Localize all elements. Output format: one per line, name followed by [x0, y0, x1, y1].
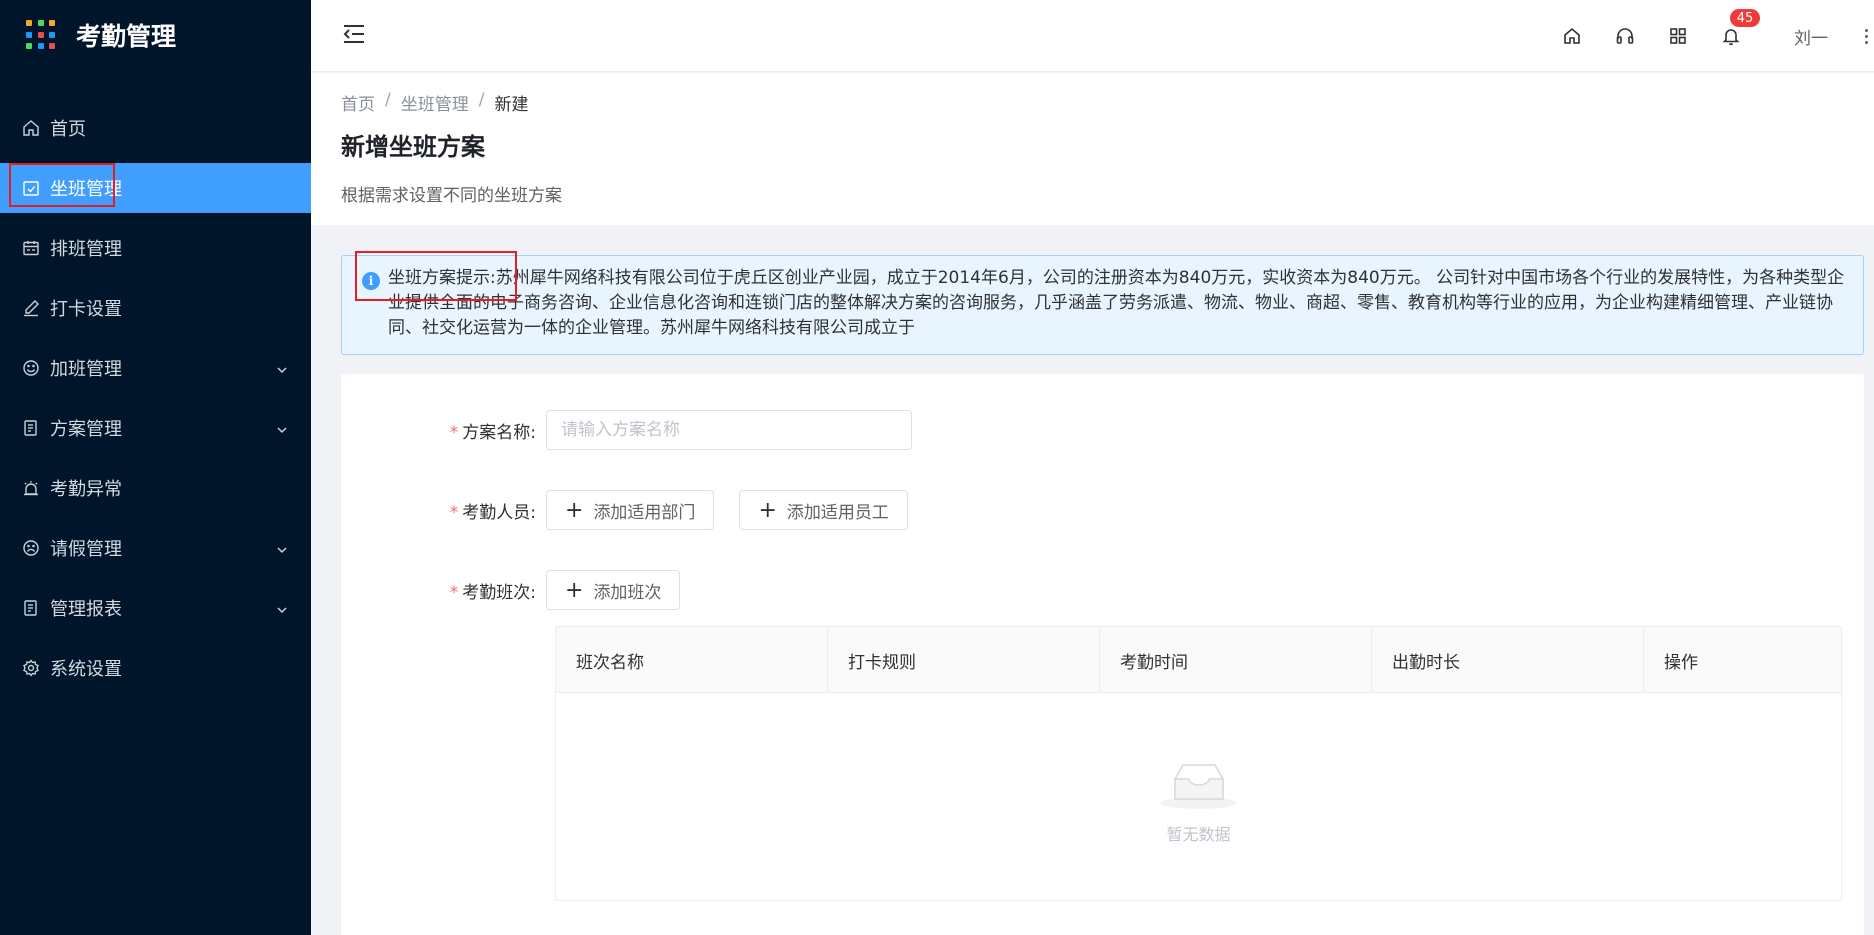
page-header: 首页 / 坐班管理 / 新建 新增坐班方案 根据需求设置不同的坐班方案 — [311, 73, 1874, 225]
sidebar-item-label: 方案管理 — [50, 419, 122, 440]
table-empty-state: 暂无数据 — [556, 693, 1841, 900]
plan-name-input[interactable] — [546, 410, 912, 450]
more-vertical-icon[interactable] — [1858, 23, 1874, 49]
schedule-icon — [22, 239, 40, 257]
frown-icon — [22, 539, 40, 557]
plus-icon: + — [758, 497, 777, 523]
table-header: 班次名称 打卡规则 考勤时间 出勤时长 操作 — [556, 627, 1841, 693]
shift-label: * 考勤班次: — [449, 582, 536, 603]
bell-icon[interactable]: 45 — [1718, 7, 1762, 49]
empty-text: 暂无数据 — [1166, 824, 1231, 844]
headset-icon[interactable] — [1612, 23, 1638, 49]
sidebar-item-label: 考勤异常 — [50, 479, 122, 500]
report-icon — [22, 599, 40, 617]
logo: 考勤管理 — [0, 0, 311, 70]
sidebar-item-2[interactable]: 排班管理 — [0, 223, 311, 273]
sidebar-item-label: 排班管理 — [50, 239, 122, 260]
plus-icon: + — [565, 577, 584, 603]
add-employee-button[interactable]: + 添加适用员工 — [739, 490, 908, 530]
alert-body: 苏州犀牛网络科技有限公司位于虎丘区创业产业园，成立于2014年6月，公司的注册资… — [388, 268, 1845, 338]
breadcrumb-separator: / — [478, 90, 485, 110]
breadcrumb-attendance[interactable]: 坐班管理 — [401, 90, 469, 115]
home-icon[interactable] — [1559, 23, 1585, 49]
apps-grid-icon — [26, 20, 56, 50]
form-row-name: * 方案名称: — [341, 410, 912, 450]
sidebar-item-label: 首页 — [50, 119, 86, 140]
sidebar-item-7[interactable]: 请假管理 — [0, 523, 311, 573]
sidebar-item-5[interactable]: 方案管理 — [0, 403, 311, 453]
form-row-shift: * 考勤班次: + 添加班次 — [341, 570, 705, 610]
sidebar-item-4[interactable]: 加班管理 — [0, 343, 311, 393]
column-header-actions: 操作 — [1664, 652, 1698, 673]
column-header-punch-rule: 打卡规则 — [828, 627, 1100, 693]
info-alert: i 坐班方案提示:苏州犀牛网络科技有限公司位于虎丘区创业产业园，成立于2014年… — [341, 255, 1864, 355]
empty-inbox-icon — [1159, 759, 1239, 811]
sidebar-item-label: 系统设置 — [50, 659, 122, 680]
collapse-menu-icon[interactable] — [341, 21, 367, 47]
alert-label: 坐班方案提示: — [388, 268, 496, 288]
staff-label: * 考勤人员: — [449, 502, 536, 523]
calendar-check-icon — [22, 179, 40, 197]
sidebar: 考勤管理 首页坐班管理排班管理打卡设置加班管理方案管理考勤异常请假管理管理报表系… — [0, 0, 311, 935]
shift-table: 班次名称 打卡规则 考勤时间 出勤时长 操作 暂无数据 — [555, 626, 1842, 901]
name-label: * 方案名称: — [449, 422, 536, 443]
breadcrumb-current: 新建 — [494, 95, 529, 115]
column-header-shift-name: 班次名称 — [556, 627, 828, 693]
sidebar-item-label: 坐班管理 — [50, 179, 122, 200]
chevron-down-icon — [275, 361, 289, 375]
page-title: 新增坐班方案 — [341, 133, 485, 161]
page-subtitle: 根据需求设置不同的坐班方案 — [341, 186, 562, 206]
column-header-duration: 出勤时长 — [1372, 627, 1644, 693]
sidebar-menu: 首页坐班管理排班管理打卡设置加班管理方案管理考勤异常请假管理管理报表系统设置 — [0, 103, 311, 693]
sidebar-item-3[interactable]: 打卡设置 — [0, 283, 311, 333]
sidebar-item-label: 请假管理 — [50, 539, 122, 560]
breadcrumb-home[interactable]: 首页 — [341, 90, 375, 115]
form-card: *方案名称: *考勤人员: +添加适用部门 +添加适用员工 *考勤班次: +添加… — [341, 374, 1864, 935]
document-icon — [22, 419, 40, 437]
sidebar-item-label: 打卡设置 — [50, 299, 122, 320]
user-name[interactable]: 刘一 — [1794, 24, 1828, 49]
notification-badge: 45 — [1728, 7, 1762, 29]
chevron-down-icon — [275, 541, 289, 555]
info-icon: i — [362, 272, 380, 290]
gear-icon — [22, 659, 40, 677]
chevron-down-icon — [275, 421, 289, 435]
add-shift-button[interactable]: + 添加班次 — [546, 570, 681, 610]
chevron-down-icon — [275, 601, 289, 615]
app-title: 考勤管理 — [76, 22, 177, 51]
breadcrumb-separator: / — [385, 90, 391, 110]
sidebar-item-label: 管理报表 — [50, 599, 122, 620]
alarm-icon — [22, 479, 40, 497]
smile-icon — [22, 359, 40, 377]
add-department-button[interactable]: + 添加适用部门 — [546, 490, 715, 530]
sidebar-item-0[interactable]: 首页 — [0, 103, 311, 153]
home-icon — [22, 119, 40, 137]
sidebar-item-1[interactable]: 坐班管理 — [0, 163, 311, 213]
column-header-attendance-time: 考勤时间 — [1100, 627, 1372, 693]
sidebar-item-6[interactable]: 考勤异常 — [0, 463, 311, 513]
header-actions: 45 刘一 — [1532, 0, 1874, 72]
sidebar-item-8[interactable]: 管理报表 — [0, 583, 311, 633]
breadcrumb: 首页 / 坐班管理 / 新建 — [341, 90, 528, 115]
edit-icon — [22, 299, 40, 317]
grid-icon[interactable] — [1665, 23, 1691, 49]
form-row-staff: * 考勤人员: + 添加适用部门 + 添加适用员工 — [341, 490, 933, 530]
top-header: 45 刘一 — [311, 0, 1874, 72]
alert-text: 坐班方案提示:苏州犀牛网络科技有限公司位于虎丘区创业产业园，成立于2014年6月… — [388, 266, 1853, 341]
sidebar-item-9[interactable]: 系统设置 — [0, 643, 311, 693]
plus-icon: + — [565, 497, 584, 523]
sidebar-item-label: 加班管理 — [50, 359, 122, 380]
